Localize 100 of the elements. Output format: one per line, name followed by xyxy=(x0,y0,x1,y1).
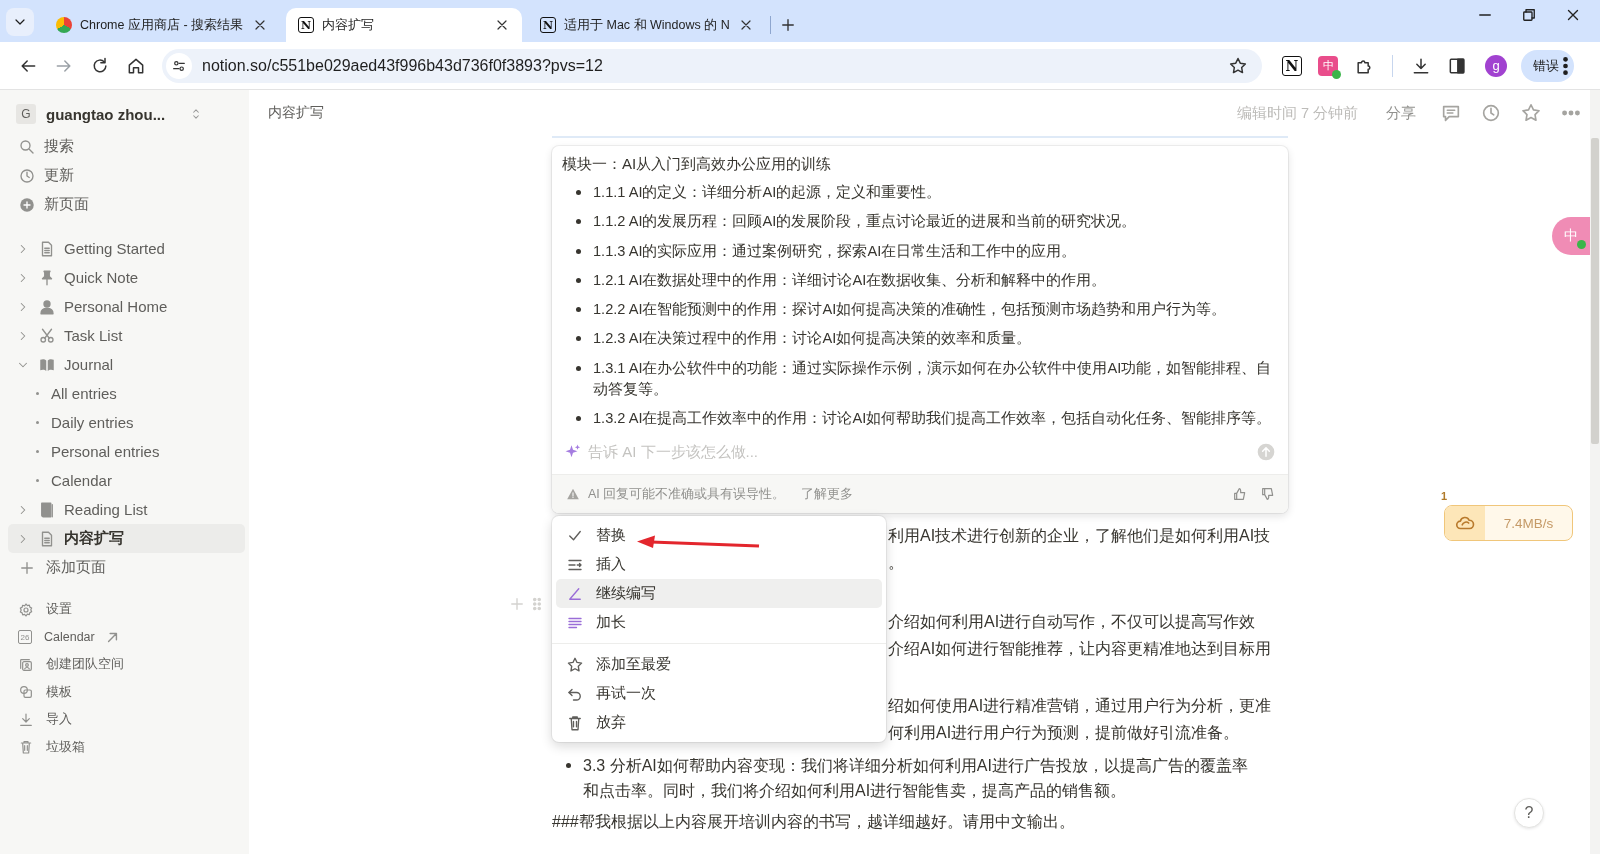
bullet-icon xyxy=(576,365,581,371)
browser-tab[interactable]: N 适用于 Mac 和 Windows 的 N xyxy=(528,8,764,42)
ai-heading: 模块一：AI从入门到高效办公应用的训练 xyxy=(562,154,833,174)
warning-icon xyxy=(566,487,580,502)
bullet-text: 3.3 分析AI如何帮助内容变现：我们将详细分析如何利用AI进行广告投放，以提高广告的覆盖率和点击率。同时，我们将介绍如何利用AI进行智能售卖，提高产品的销售额。 xyxy=(583,756,1249,802)
sidebar-page[interactable]: Getting Started xyxy=(8,234,245,263)
sidebar-page[interactable]: 内容扩写 xyxy=(8,524,245,553)
thumbs-down-icon[interactable] xyxy=(1260,486,1276,503)
import-icon xyxy=(18,711,34,728)
sidebar-page[interactable]: Reading List xyxy=(8,495,245,524)
menu-item[interactable]: 加长 xyxy=(556,608,882,637)
bullet-icon xyxy=(36,421,39,424)
book-icon xyxy=(38,500,56,519)
sidebar-page[interactable]: Personal Home xyxy=(8,292,245,321)
ai-list-item: 1.2.3 AI在决策过程中的作用：讨论AI如何提高决策的效率和质量。 xyxy=(593,329,1032,349)
notion-logo-icon: N xyxy=(540,17,556,33)
team-icon xyxy=(18,656,34,673)
thumbs-up-icon[interactable] xyxy=(1232,486,1248,503)
restore-icon[interactable] xyxy=(1520,6,1538,24)
translate-extension-icon[interactable]: 中 xyxy=(1318,55,1338,76)
address-bar[interactable]: notion.so/c551be029aed43f996b43d736f0f3893?pvs=12 xyxy=(162,48,1262,83)
sidebar-item[interactable]: 新页面 xyxy=(8,190,245,219)
sidebar-item[interactable]: 更新 xyxy=(8,161,245,190)
menu-item[interactable]: 添加至最爱 xyxy=(556,650,882,679)
workspace-switcher[interactable]: G guangtao zhou... xyxy=(8,100,245,128)
bullet-icon xyxy=(576,307,581,313)
star-icon xyxy=(566,655,584,674)
profile-avatar[interactable]: g xyxy=(1485,54,1507,77)
menu-item[interactable]: 再试一次 xyxy=(556,679,882,708)
ai-list-item: 1.2.2 AI在智能预测中的作用：探讨AI如何提高决策的准确性，包括预测市场趋势和用户行为等。 xyxy=(593,300,1227,320)
breadcrumb[interactable]: 内容扩写 xyxy=(268,104,1231,122)
body-text: 何利用AI进行用户行为预测，提前做好引流准备。 xyxy=(888,724,1240,742)
template-icon xyxy=(18,684,34,701)
menu-item[interactable]: 插入 xyxy=(556,550,882,579)
notion-extension-icon[interactable]: N xyxy=(1282,55,1302,76)
favorite-star-icon[interactable] xyxy=(1520,102,1542,124)
notion-logo-icon: N xyxy=(298,17,314,33)
bullet-icon xyxy=(36,392,39,395)
browser-tab[interactable]: N 内容扩写 xyxy=(286,8,522,42)
store-logo-icon xyxy=(56,17,72,33)
bullet-icon xyxy=(576,219,581,225)
workspace-avatar: G xyxy=(16,104,36,124)
sidebar-item[interactable]: 26 Calendar xyxy=(8,623,245,651)
sidebar-item[interactable]: 模板 xyxy=(8,678,245,706)
sidebar-item[interactable]: 设置 xyxy=(8,596,245,624)
bullet-icon xyxy=(576,277,581,283)
tab-title: 内容扩写 xyxy=(322,16,375,34)
sidebar-page[interactable]: Task List xyxy=(8,321,245,350)
ai-list-item: 1.1.1 AI的定义：详细分析AI的起源，定义和重要性。 xyxy=(593,183,942,202)
bullet-icon xyxy=(36,450,39,453)
plus-circle-icon xyxy=(18,195,36,214)
menu-item[interactable]: 放弃 xyxy=(556,708,882,737)
trash-icon xyxy=(566,713,584,732)
tab-title: Chrome 应用商店 - 搜索结果 xyxy=(80,16,244,34)
scrollbar-thumb[interactable] xyxy=(1591,138,1599,444)
bookmark-star-icon[interactable] xyxy=(1228,55,1248,76)
help-button[interactable]: ? xyxy=(1514,798,1544,828)
sidebar-subpage[interactable]: Personal entries xyxy=(8,437,245,466)
add-page-button[interactable]: 添加页面 xyxy=(8,553,245,582)
body-text: 利用AI技术进行创新的企业，了解他们是如何利用AI技 xyxy=(888,527,1271,545)
ai-disclaimer: AI 回复可能不准确或具有误导性。 xyxy=(588,485,786,503)
download-speed: 7.4MB/s xyxy=(1502,515,1555,531)
tab-search-button[interactable] xyxy=(6,8,34,36)
sidebar-item[interactable]: 搜索 xyxy=(8,132,245,161)
more-icon xyxy=(1563,56,1568,75)
error-button[interactable]: 错误 xyxy=(1521,49,1574,82)
bullet-icon xyxy=(576,416,581,422)
sidebar-item[interactable]: 导入 xyxy=(8,706,245,734)
ai-list-item: 1.3.2 AI在提高工作效率中的作用：讨论AI如何帮助我们提高工作效率，包括自动化任务、智能排序等。 xyxy=(593,409,1272,429)
tab-title: 适用于 Mac 和 Windows 的 N xyxy=(564,16,730,34)
body-text: 绍如何使用AI进行精准营销，通过用户行为分析，更准 xyxy=(888,697,1272,715)
ai-list-item: 1.3.1 AI在办公软件中的功能：通过实际操作示例，演示如何在办公软件中使用AI功能，如智能排程、自动答复等。 xyxy=(593,358,1273,399)
body-text: 介绍AI如何进行智能推荐，让内容更精准地达到目标用 xyxy=(888,640,1272,658)
sidebar-item[interactable]: 创建团队空间 xyxy=(8,651,245,679)
menu-item[interactable]: 替换 xyxy=(556,521,882,550)
settings-icon xyxy=(18,601,34,618)
calendar-icon: 26 xyxy=(18,630,32,645)
send-icon[interactable] xyxy=(1256,441,1276,462)
bullet-icon xyxy=(576,248,581,254)
bullet-icon xyxy=(576,336,581,342)
search-icon xyxy=(18,137,36,156)
sidebar-subpage[interactable]: Calendar xyxy=(8,466,245,495)
sidebar-item[interactable]: 垃圾箱 xyxy=(8,733,245,761)
sidebar-subpage[interactable]: Daily entries xyxy=(8,408,245,437)
browser-tab[interactable]: Chrome 应用商店 - 搜索结果 xyxy=(44,8,280,42)
sidebar-page[interactable]: Journal xyxy=(8,350,245,379)
person-icon xyxy=(38,297,56,316)
new-tab-icon[interactable] xyxy=(779,16,797,34)
ai-list-item: 1.1.3 AI的实际应用：通过案例研究，探索AI在日常生活和工作中的应用。 xyxy=(593,241,1077,261)
bullet-icon xyxy=(576,190,581,195)
edited-time: 编辑时间 7 分钟前 xyxy=(1236,103,1358,123)
download-count: 1 xyxy=(1440,490,1447,502)
history-icon[interactable] xyxy=(1480,102,1502,124)
sidebar-page[interactable]: Quick Note xyxy=(8,263,245,292)
menu-item[interactable]: 继续编写 xyxy=(556,579,882,608)
body-text: 。 xyxy=(888,554,904,572)
sidebar-subpage[interactable]: All entries xyxy=(8,379,245,408)
bullet-icon xyxy=(566,763,571,769)
trash-icon xyxy=(18,739,34,756)
ai-list-item: 1.2.1 AI在数据处理中的作用：详细讨论AI在数据收集、分析和解释中的作用。 xyxy=(593,270,1107,290)
